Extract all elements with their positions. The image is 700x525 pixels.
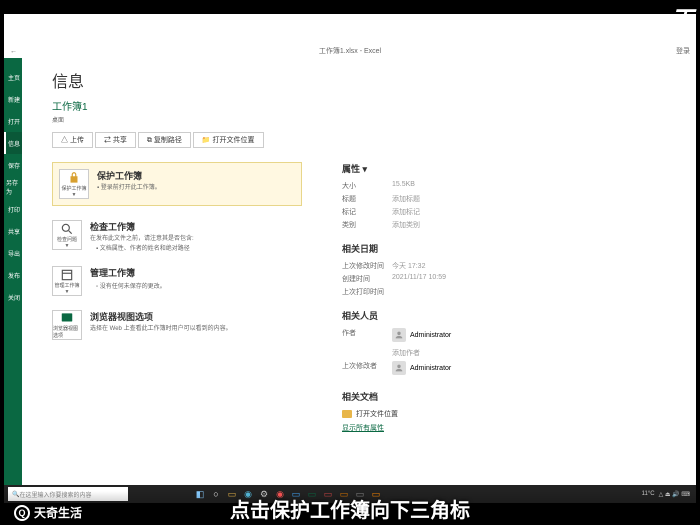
share-button[interactable]: ⇄ 共享	[95, 132, 136, 148]
inspect-workbook-card[interactable]: 检查问题 ▼ 检查工作簿 在发布此文件之前，请注意其是否包含: ▪ 文档属性、作…	[52, 220, 302, 252]
browser-desc: 选择在 Web 上查看此工作簿时用户可以看到的内容。	[90, 325, 302, 333]
cat-label: 类别	[342, 220, 392, 230]
tags-label: 标记	[342, 207, 392, 217]
title-value[interactable]: 添加标题	[392, 194, 420, 204]
action-row: △ 上传 ⇄ 共享 ⧉ 复制路径 📁 打开文件位置	[52, 132, 676, 148]
properties-panel: 属性 ▾ 大小15.5KB 标题添加标题 标记添加标记 类别添加类别 相关日期 …	[342, 162, 676, 445]
protect-desc: ▪ 登录前打开此工作簿。	[97, 184, 295, 192]
doc-name: 工作簿1	[52, 98, 676, 113]
add-author[interactable]: 添加作者	[392, 348, 420, 358]
sidebar-print[interactable]: 打印	[4, 198, 22, 220]
show-all-props-link[interactable]: 显示所有属性	[342, 423, 676, 433]
account-label[interactable]: 登录	[676, 46, 690, 56]
people-header: 相关人员	[342, 309, 676, 322]
back-arrow[interactable]: ←	[10, 48, 17, 55]
created-value: 2021/11/17 10:59	[392, 274, 446, 284]
sidebar-home[interactable]: 主页	[4, 66, 22, 88]
browser-title: 浏览器视图选项	[90, 310, 302, 323]
sidebar-saveas[interactable]: 另存为	[4, 176, 22, 198]
lastmod-label: 上次修改者	[342, 361, 392, 378]
browser-icon: 浏览器视图选项	[52, 310, 82, 340]
author-label: 作者	[342, 328, 392, 345]
sidebar-save[interactable]: 保存	[4, 154, 22, 176]
printed-label: 上次打印时间	[342, 287, 392, 297]
manage-icon: 管理工作簿 ▼	[52, 266, 82, 296]
created-label: 创建时间	[342, 274, 392, 284]
backstage-sidebar: 主页 新建 打开 信息 保存 另存为 打印 共享 导出 发布 关闭	[4, 58, 22, 485]
title-label: 标题	[342, 194, 392, 204]
props-header[interactable]: 属性 ▾	[342, 162, 676, 175]
page-title: 信息	[52, 68, 676, 92]
browser-view-card[interactable]: 浏览器视图选项 浏览器视图选项 选择在 Web 上查看此工作簿时用户可以看到的内…	[52, 310, 302, 340]
inspect-desc: 在发布此文件之前，请注意其是否包含:	[90, 235, 302, 243]
modified-value: 今天 17:32	[392, 261, 425, 271]
chevron-down-icon: ▼	[65, 289, 70, 295]
author-value: Administrator	[410, 332, 451, 339]
cat-value[interactable]: 添加类别	[392, 220, 420, 230]
manage-workbook-card[interactable]: 管理工作簿 ▼ 管理工作簿 ▫ 没有任何未保存的更改。	[52, 266, 302, 296]
folder-icon	[342, 410, 352, 418]
sidebar-share[interactable]: 共享	[4, 220, 22, 242]
titlebar: ← 工作簿1.xlsx - Excel 登录	[4, 44, 696, 58]
modified-label: 上次修改时间	[342, 261, 392, 271]
video-caption: 点击保护工作簿向下三角标	[0, 491, 700, 525]
protect-workbook-card[interactable]: 保护工作簿 ▼ 保护工作簿 ▪ 登录前打开此工作簿。	[52, 162, 302, 206]
sidebar-open[interactable]: 打开	[4, 110, 22, 132]
inspect-title: 检查工作簿	[90, 220, 302, 233]
info-page: 信息 工作簿1 桌面 △ 上传 ⇄ 共享 ⧉ 复制路径 📁 打开文件位置 保护工…	[22, 58, 696, 485]
monitor: ← 工作簿1.xlsx - Excel 登录 主页 新建 打开 信息 保存 另存…	[4, 14, 696, 503]
sidebar-close[interactable]: 关闭	[4, 286, 22, 308]
doc-path: 桌面	[52, 115, 676, 124]
size-value: 15.5KB	[392, 181, 415, 191]
docs-header: 相关文档	[342, 390, 676, 403]
openloc-button[interactable]: 📁 打开文件位置	[193, 132, 264, 148]
watermark-icon: Q	[14, 505, 30, 521]
sidebar-export[interactable]: 导出	[4, 242, 22, 264]
copypath-button[interactable]: ⧉ 复制路径	[138, 132, 191, 148]
open-location-link[interactable]: 打开文件位置	[342, 409, 676, 419]
sidebar-info[interactable]: 信息	[4, 132, 22, 154]
sidebar-new[interactable]: 新建	[4, 88, 22, 110]
protect-title: 保护工作簿	[97, 169, 295, 182]
chevron-down-icon: ▼	[65, 243, 70, 249]
inspect-icon: 检查问题 ▼	[52, 220, 82, 250]
chevron-down-icon: ▼	[72, 192, 77, 198]
avatar-icon	[392, 361, 406, 375]
excel-window: ← 工作簿1.xlsx - Excel 登录 主页 新建 打开 信息 保存 另存…	[4, 44, 696, 485]
lock-icon: 保护工作簿 ▼	[59, 169, 89, 199]
tags-value[interactable]: 添加标记	[392, 207, 420, 217]
dates-header: 相关日期	[342, 242, 676, 255]
window-title: 工作簿1.xlsx - Excel	[319, 46, 381, 56]
upload-button[interactable]: △ 上传	[52, 132, 93, 148]
manage-title: 管理工作簿	[90, 266, 302, 279]
size-label: 大小	[342, 181, 392, 191]
manage-bullet: ▫ 没有任何未保存的更改。	[96, 281, 302, 290]
avatar-icon	[392, 328, 406, 342]
watermark: Q 天奇生活	[14, 504, 82, 521]
sidebar-publish[interactable]: 发布	[4, 264, 22, 286]
inspect-bullet: ▪ 文档属性、作者的姓名和绝对路径	[96, 243, 302, 252]
lastmod-value: Administrator	[410, 365, 451, 372]
